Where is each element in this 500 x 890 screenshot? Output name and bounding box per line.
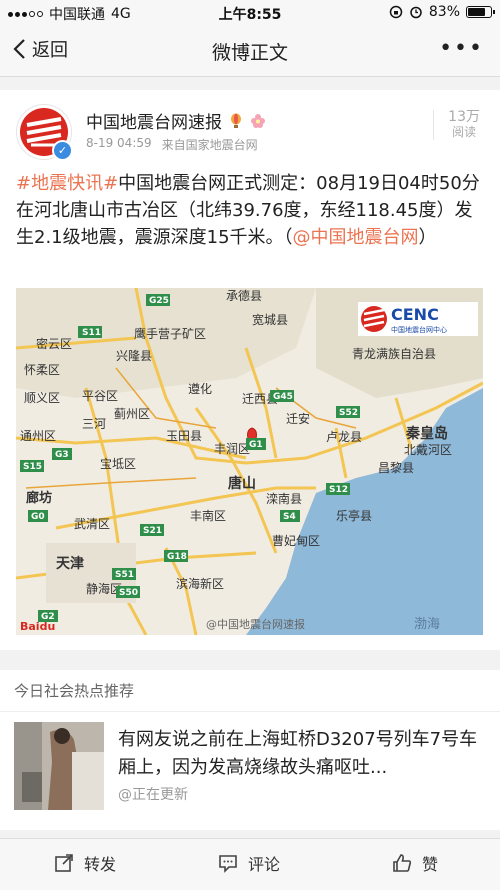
- svg-text:乐亭县: 乐亭县: [336, 508, 372, 523]
- divider: [0, 711, 500, 712]
- svg-text:CENC: CENC: [391, 305, 439, 324]
- svg-text:S12: S12: [329, 485, 348, 495]
- train-photo: [14, 722, 104, 810]
- battery-percent: 83%: [428, 4, 460, 20]
- svg-text:兴隆县: 兴隆县: [116, 348, 152, 363]
- read-count-label: 阅读: [452, 125, 477, 139]
- svg-text:S15: S15: [23, 462, 42, 472]
- svg-text:通州区: 通州区: [20, 429, 56, 443]
- repost-label: 转发: [84, 855, 117, 874]
- svg-text:G3: G3: [55, 450, 69, 460]
- cenc-logo: CENC 中国地震台网中心: [358, 302, 478, 336]
- hot-topic-source[interactable]: @正在更新: [118, 784, 188, 804]
- svg-text:三河: 三河: [82, 417, 106, 431]
- svg-text:@中国地震台网速报: @中国地震台网速报: [206, 617, 305, 631]
- read-count: 13万 阅读: [433, 110, 480, 140]
- svg-text:遵化: 遵化: [188, 381, 212, 396]
- hot-topic-text[interactable]: 有网友说之前在上海虹桥D3207号列车7号车厢上，因为发高烧缘故头痛呕吐...: [118, 726, 486, 782]
- post-meta: 8-19 04:59 来自国家地震台网: [86, 136, 258, 153]
- post-body-end: ）: [418, 227, 437, 248]
- action-bar: 转发 评论 赞: [0, 838, 500, 890]
- svg-text:密云区: 密云区: [36, 336, 72, 351]
- svg-text:顺义区: 顺义区: [24, 391, 60, 405]
- author-name-row[interactable]: 中国地震台网速报: [86, 108, 266, 133]
- hot-topics-section: 今日社会热点推荐 有网友说之前在上海虹桥D3207号列车7号车厢上，因为发高烧缘…: [0, 670, 500, 830]
- svg-text:中国地震台网中心: 中国地震台网中心: [391, 325, 447, 334]
- nav-bar: 返回 微博正文 •••: [0, 26, 500, 77]
- svg-text:S21: S21: [143, 526, 162, 536]
- more-button[interactable]: •••: [439, 36, 484, 61]
- svg-text:玉田县: 玉田县: [166, 429, 202, 443]
- svg-text:北戴河区: 北戴河区: [404, 442, 452, 457]
- svg-text:武清区: 武清区: [74, 517, 110, 531]
- svg-text:S11: S11: [82, 328, 101, 338]
- svg-text:卢龙县: 卢龙县: [326, 429, 362, 444]
- svg-text:Baidu: Baidu: [20, 620, 55, 633]
- page-title: 微博正文: [211, 42, 288, 64]
- svg-text:宝坻区: 宝坻区: [100, 456, 136, 471]
- like-button[interactable]: 赞: [392, 851, 438, 875]
- thumbs-up-icon: [393, 854, 412, 872]
- svg-text:S4: S4: [283, 512, 296, 522]
- svg-text:平谷区: 平谷区: [82, 389, 118, 403]
- svg-text:天津: 天津: [56, 555, 84, 572]
- alarm-icon: [410, 6, 422, 19]
- svg-text:渤海: 渤海: [414, 616, 440, 632]
- svg-text:滨海新区: 滨海新区: [176, 576, 224, 591]
- comment-label: 评论: [248, 855, 281, 874]
- status-bar: 中国联通 4G 上午8:55 83%: [0, 0, 500, 26]
- post-source: 来自国家地震台网: [161, 138, 258, 152]
- svg-text:蓟州区: 蓟州区: [114, 407, 150, 421]
- svg-text:迁安: 迁安: [286, 411, 310, 426]
- svg-text:S52: S52: [339, 408, 358, 418]
- svg-text:G1: G1: [249, 440, 263, 450]
- svg-text:承德县: 承德县: [226, 288, 262, 303]
- post-time: 8-19 04:59: [86, 136, 152, 150]
- svg-text:G45: G45: [273, 392, 293, 402]
- mention-link[interactable]: @中国地震台网: [293, 227, 419, 248]
- verified-icon: ✓: [52, 140, 73, 161]
- hot-topic-thumbnail[interactable]: [14, 722, 104, 810]
- svg-text:秦皇岛: 秦皇岛: [405, 425, 448, 442]
- flower-badge-icon: [251, 113, 265, 128]
- svg-text:怀柔区: 怀柔区: [24, 363, 60, 377]
- svg-text:滦南县: 滦南县: [266, 491, 302, 506]
- svg-text:G0: G0: [31, 512, 45, 522]
- svg-text:曹妃甸区: 曹妃甸区: [272, 534, 320, 548]
- balloon-badge-icon: [231, 113, 241, 128]
- svg-text:唐山: 唐山: [228, 475, 256, 492]
- post-image-map[interactable]: CENC 中国地震台网中心 承德县 宽城县 鹰手营子矿区 兴隆县 青龙满族自治县…: [16, 288, 483, 635]
- svg-text:S51: S51: [115, 570, 134, 580]
- svg-text:丰南区: 丰南区: [190, 508, 226, 523]
- weibo-post: ✓ 中国地震台网速报 8-19 04:59 来自国家地震台网 13万 阅读 #地…: [0, 90, 500, 650]
- author-name[interactable]: 中国地震台网速报: [86, 108, 222, 133]
- map-svg: CENC 中国地震台网中心 承德县 宽城县 鹰手营子矿区 兴隆县 青龙满族自治县…: [16, 288, 483, 635]
- like-label: 赞: [422, 855, 439, 874]
- hot-topics-title: 今日社会热点推荐: [14, 682, 135, 700]
- svg-text:G18: G18: [167, 552, 187, 562]
- svg-text:鹰手营子矿区: 鹰手营子矿区: [134, 326, 206, 341]
- battery-icon: [466, 6, 495, 18]
- comment-icon: [219, 855, 237, 873]
- svg-text:丰润区: 丰润区: [214, 442, 250, 456]
- status-right: 83%: [389, 4, 495, 20]
- svg-text:G25: G25: [149, 296, 169, 306]
- rotation-lock-icon: [389, 5, 403, 19]
- svg-text:廊坊: 廊坊: [26, 490, 52, 506]
- svg-text:宽城县: 宽城县: [252, 312, 288, 327]
- read-count-number: 13万: [448, 109, 480, 125]
- repost-icon: [55, 854, 73, 872]
- comment-button[interactable]: 评论: [218, 851, 280, 875]
- svg-text:青龙满族自治县: 青龙满族自治县: [352, 347, 436, 361]
- post-text: #地震快讯#中国地震台网正式测定：08月19日04时50分在河北唐山市古冶区（北…: [16, 170, 484, 251]
- svg-text:S50: S50: [119, 588, 138, 598]
- hashtag-link[interactable]: #地震快讯#: [16, 173, 118, 194]
- svg-text:昌黎县: 昌黎县: [378, 461, 414, 475]
- repost-button[interactable]: 转发: [54, 851, 116, 875]
